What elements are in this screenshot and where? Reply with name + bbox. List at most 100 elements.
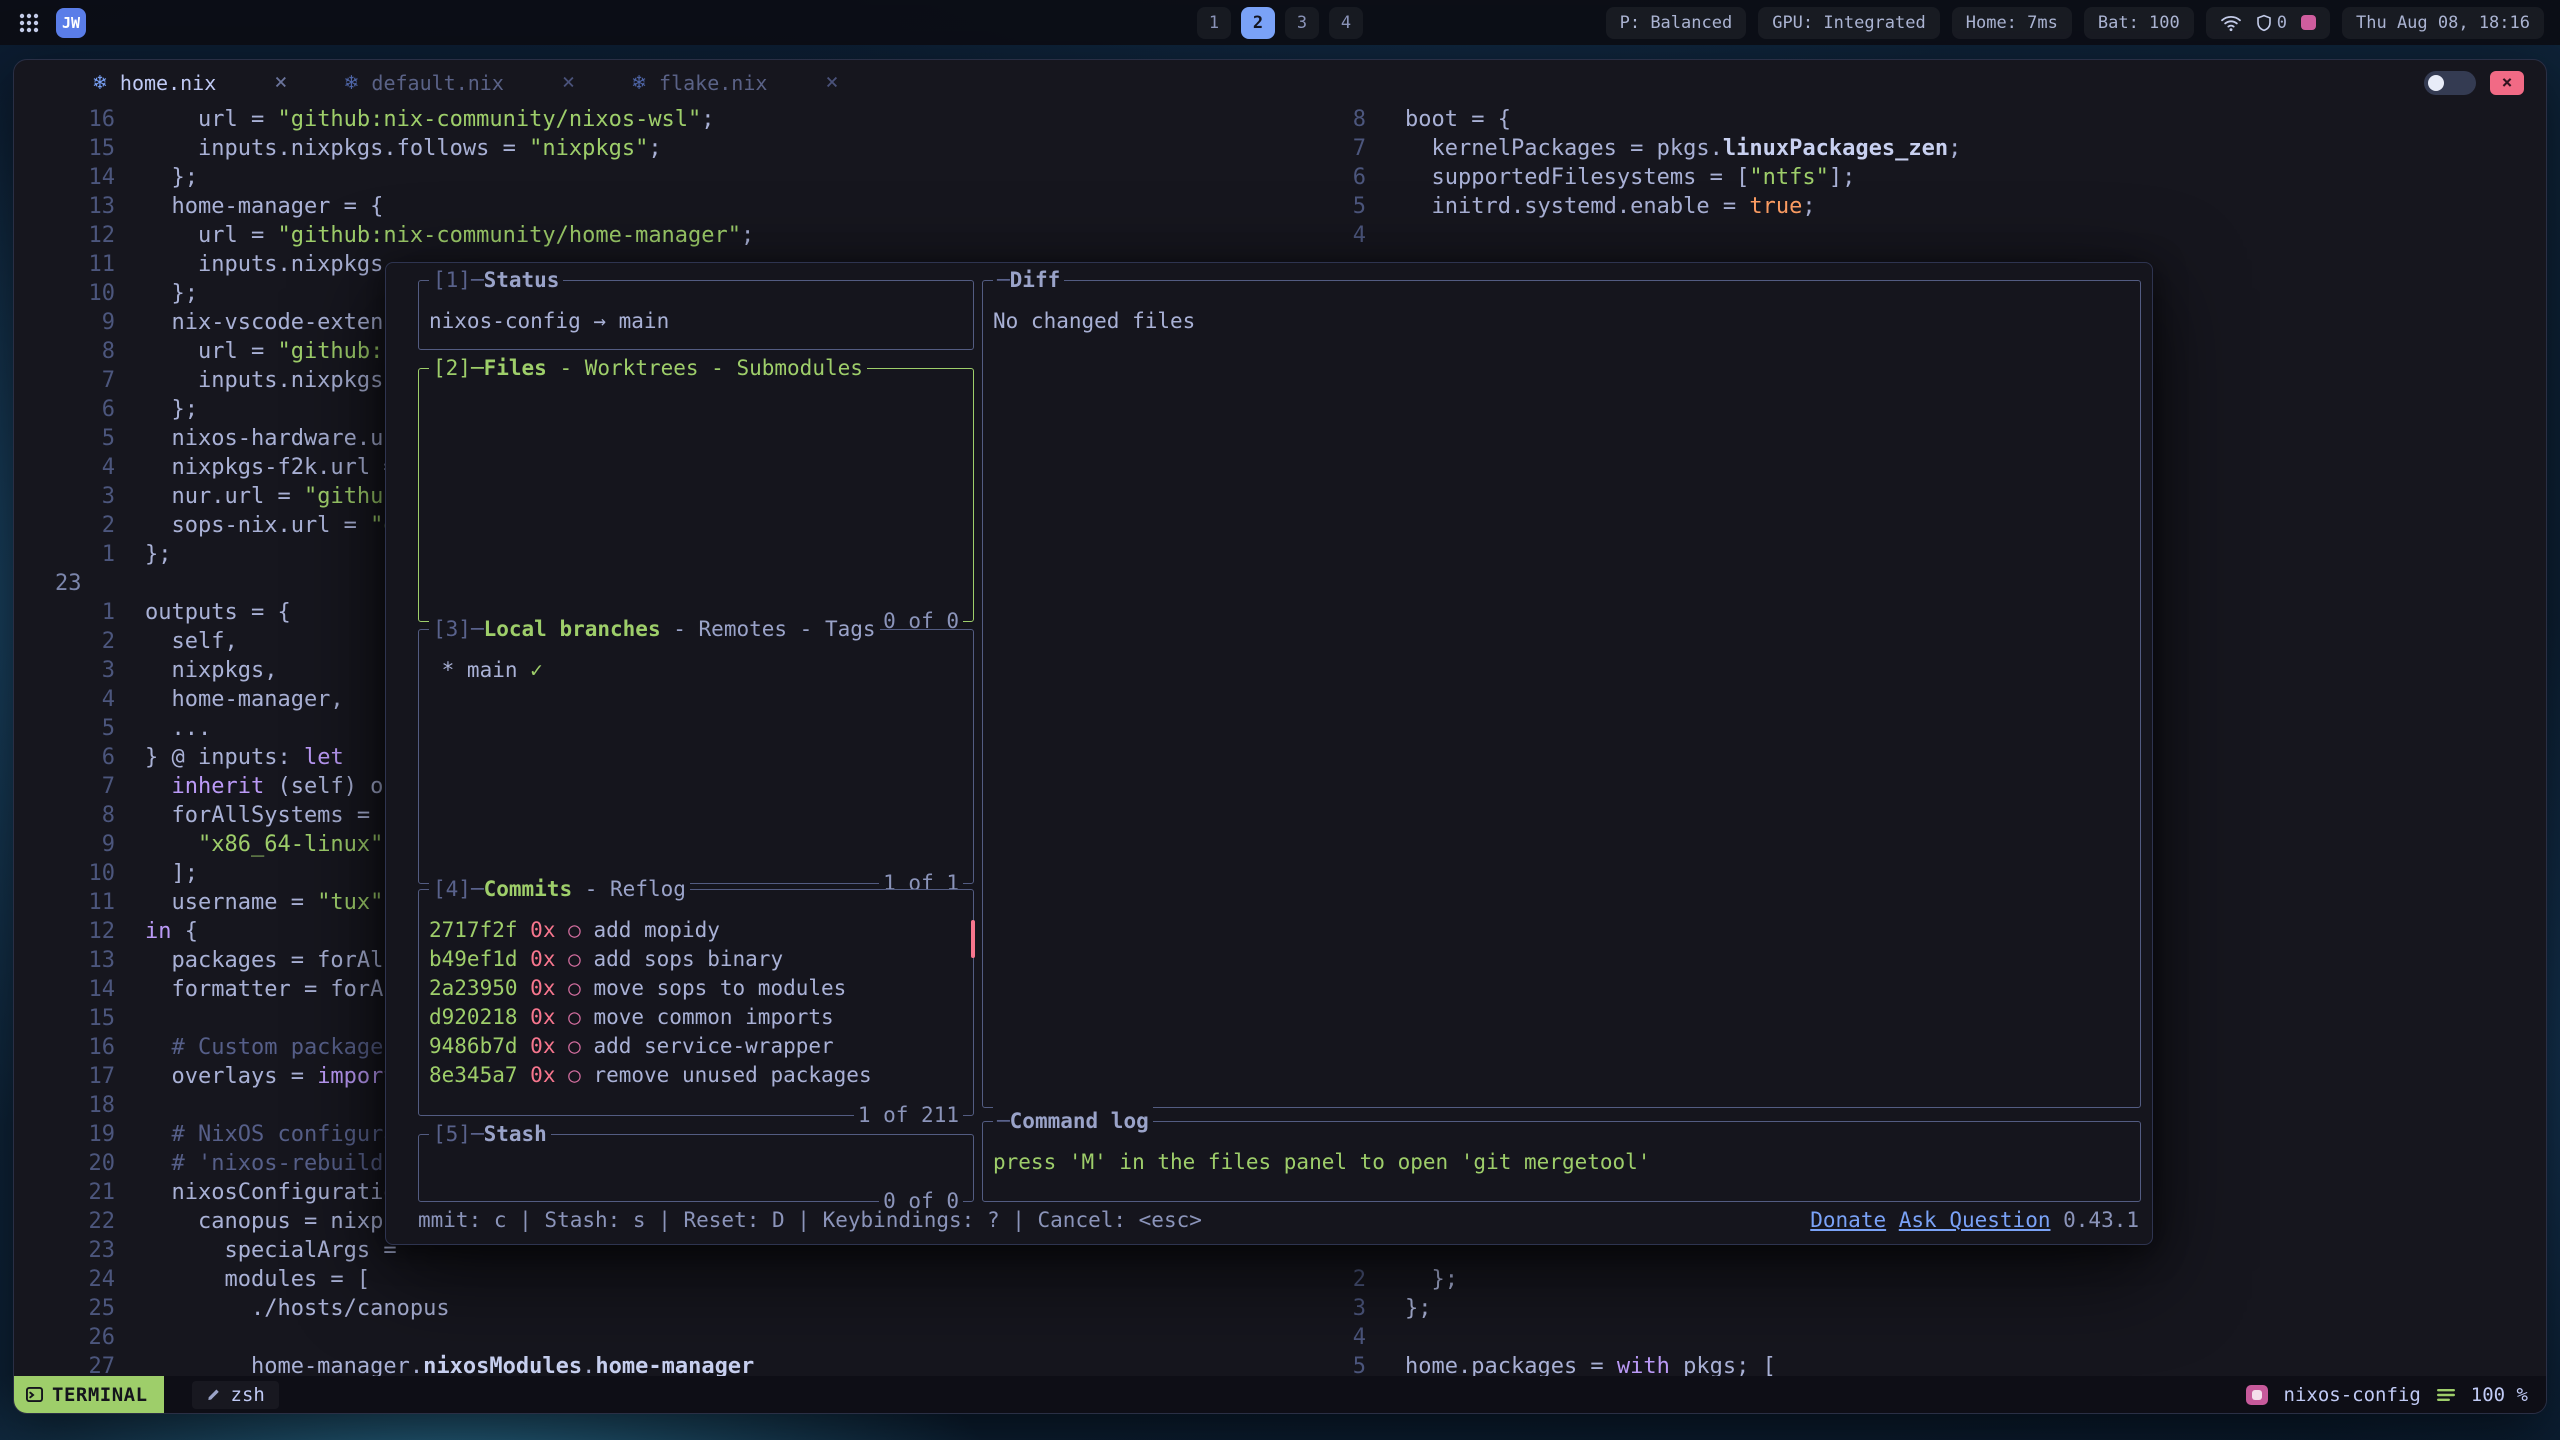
code-text: nur.url = "github — [145, 482, 397, 511]
lazygit-status-panel[interactable]: [1]─Status nixos-config → main — [418, 280, 974, 350]
code-text: }; — [145, 279, 198, 308]
lazygit-stash-panel[interactable]: [5]─Stash 0 of 0 — [418, 1134, 974, 1202]
user-badge[interactable]: JW — [56, 8, 86, 38]
workspace-2[interactable]: 2 — [1241, 7, 1275, 39]
commit-dot-icon: ○ — [568, 1034, 581, 1058]
commit-hash: b49ef1d — [429, 947, 518, 971]
tab-close-icon[interactable]: × — [825, 70, 838, 95]
line-number: 23 — [14, 569, 115, 598]
commit-row[interactable]: 2a23950 0x ○ move sops to modules — [429, 974, 963, 1003]
line-number: 5 — [14, 424, 115, 453]
code-line: 12 url = "github:nix-community/home-mana… — [14, 221, 1299, 250]
system-tray: 0 — [2206, 7, 2330, 39]
commit-row[interactable]: 9486b7d 0x ○ add service-wrapper — [429, 1032, 963, 1061]
commits-scrollbar-thumb[interactable] — [971, 920, 975, 958]
workspace-3[interactable]: 3 — [1285, 7, 1319, 39]
nix-snowflake-icon: ❄ — [344, 72, 360, 94]
code-line: 5home.packages = with pkgs; [ — [1299, 1352, 1776, 1376]
code-text: in { — [145, 917, 198, 946]
tab-close-icon[interactable]: × — [562, 70, 575, 95]
tab-default.nix[interactable]: ❄default.nix× — [344, 70, 576, 95]
line-number: 2 — [14, 627, 115, 656]
panel-title: [2]─Files - Worktrees - Submodules — [429, 354, 867, 383]
lazygit-files-panel[interactable]: [2]─Files - Worktrees - Submodules 0 of … — [418, 368, 974, 622]
line-number: 6 — [1299, 163, 1366, 192]
code-text: nixos-hardware.ur — [145, 424, 397, 453]
lazygit-footer-links: Donate Ask Question 0.43.1 — [1810, 1206, 2139, 1235]
shield-count: 0 — [2277, 13, 2287, 33]
line-number: 1 — [14, 598, 115, 627]
repo-branch-status: nixos-config → main — [429, 307, 963, 336]
line-number: 7 — [14, 366, 115, 395]
line-number: 7 — [1299, 134, 1366, 163]
lazygit-branches-panel[interactable]: [3]─Local branches - Remotes - Tags * ma… — [418, 629, 974, 884]
workspace-4[interactable]: 4 — [1329, 7, 1363, 39]
line-number: 12 — [14, 917, 115, 946]
line-number: 24 — [14, 1265, 115, 1294]
code-text: nix-vscode-extens — [145, 308, 397, 337]
code-text: inputs.nixpkgs.follows = "nixpkgs"; — [145, 134, 662, 163]
tab-flake.nix[interactable]: ❄flake.nix× — [631, 70, 839, 95]
color-dot-icon[interactable] — [2301, 15, 2316, 30]
commit-flag: 0x — [530, 1063, 555, 1087]
editor-pane-right-bottom[interactable]: 2 };3};45home.packages = with pkgs; [ — [1299, 1265, 1776, 1376]
commit-dot-icon: ○ — [568, 918, 581, 942]
lazygit-diff-panel[interactable]: ─Diff No changed files — [982, 280, 2141, 1108]
commit-hash: 2a23950 — [429, 976, 518, 1000]
line-number: 11 — [14, 888, 115, 917]
code-text: home-manager, — [145, 685, 344, 714]
commit-row[interactable]: 2717f2f 0x ○ add mopidy — [429, 916, 963, 945]
status-segments: P: BalancedGPU: IntegratedHome: 7msBat: … — [1606, 7, 2194, 39]
code-text: self, — [145, 627, 238, 656]
line-number: 22 — [14, 1207, 115, 1236]
workspace-1[interactable]: 1 — [1197, 7, 1231, 39]
code-line: 4 — [1299, 1323, 1776, 1352]
code-text: }; — [145, 163, 198, 192]
window-close-button[interactable]: × — [2490, 71, 2524, 95]
line-number: 3 — [1299, 1294, 1366, 1323]
panel-title: [3]─Local branches - Remotes - Tags — [429, 615, 880, 644]
editor-pane-right-top[interactable]: 8boot = {7 kernelPackages = pkgs.linuxPa… — [1299, 105, 1961, 250]
code-line: 3}; — [1299, 1294, 1776, 1323]
line-number: 12 — [14, 221, 115, 250]
line-number: 3 — [14, 656, 115, 685]
line-number: 7 — [14, 772, 115, 801]
pin-toggle[interactable] — [2424, 71, 2476, 95]
donate-link[interactable]: Donate — [1810, 1208, 1886, 1232]
clock: Thu Aug 08, 18:16 — [2342, 7, 2544, 39]
commit-dot-icon: ○ — [568, 1005, 581, 1029]
shell-tab[interactable]: zsh — [192, 1381, 279, 1409]
branch-row[interactable]: * main ✓ — [429, 656, 963, 685]
wifi-icon[interactable] — [2220, 14, 2242, 32]
code-line: 27 home-manager.nixosModules.home-manage… — [14, 1352, 1299, 1376]
line-number: 11 — [14, 250, 115, 279]
commit-row[interactable]: 8e345a7 0x ○ remove unused packages — [429, 1061, 963, 1090]
code-line: 26 — [14, 1323, 1299, 1352]
code-text: canopus = nixpk — [145, 1207, 397, 1236]
commit-flag: 0x — [530, 918, 555, 942]
shield-icon[interactable]: 0 — [2256, 13, 2287, 33]
tab-home.nix[interactable]: ❄home.nix× — [92, 70, 288, 95]
status-segment: GPU: Integrated — [1758, 7, 1940, 39]
code-text: url = "github:n — [145, 337, 397, 366]
tab-close-icon[interactable]: × — [274, 70, 287, 95]
layout-lines-icon — [2437, 1388, 2455, 1402]
line-number: 10 — [14, 279, 115, 308]
commit-row[interactable]: b49ef1d 0x ○ add sops binary — [429, 945, 963, 974]
line-number: 16 — [14, 105, 115, 134]
line-number: 17 — [14, 1062, 115, 1091]
line-number: 15 — [14, 134, 115, 163]
commit-row[interactable]: d920218 0x ○ move common imports — [429, 1003, 963, 1032]
panel-title: ─Diff — [993, 266, 1064, 295]
app-launcher-icon[interactable] — [16, 10, 42, 36]
code-text: initrd.systemd.enable = true; — [1405, 192, 1816, 221]
code-text: supportedFilesystems = ["ntfs"]; — [1405, 163, 1855, 192]
pencil-icon — [206, 1387, 221, 1402]
lazygit-command-log-panel[interactable]: ─Command log press 'M' in the files pane… — [982, 1121, 2141, 1202]
code-text: username = "tux"; — [145, 888, 397, 917]
lazygit-commits-panel[interactable]: [4]─Commits - Reflog 2717f2f 0x ○ add mo… — [418, 889, 974, 1116]
commit-dot-icon: ○ — [568, 1063, 581, 1087]
ask-question-link[interactable]: Ask Question — [1899, 1208, 2051, 1232]
editor-area: 16 url = "github:nix-community/nixos-wsl… — [14, 105, 2546, 1376]
command-log-tip: press 'M' in the files panel to open 'gi… — [993, 1148, 2130, 1177]
